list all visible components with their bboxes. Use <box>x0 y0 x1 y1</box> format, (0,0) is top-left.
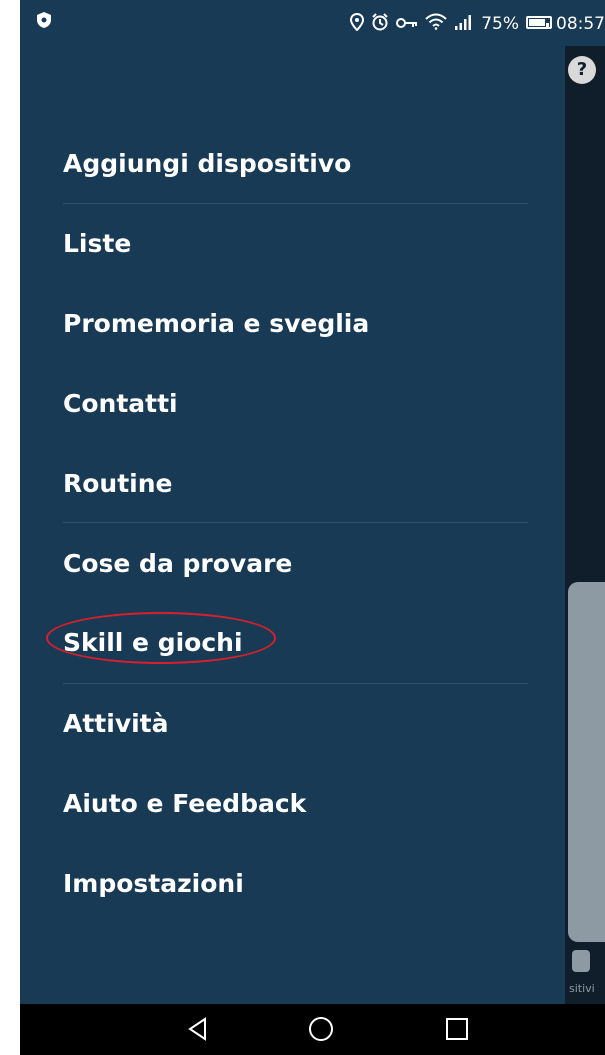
menu-item-promemoria-e-sveglia[interactable]: Promemoria e sveglia <box>63 309 369 338</box>
back-icon[interactable] <box>183 1014 213 1044</box>
menu-divider <box>63 683 528 684</box>
battery-percent: 75% <box>481 14 519 34</box>
menu-item-cose-da-provare[interactable]: Cose da provare <box>63 549 292 578</box>
status-time: 08:57 <box>556 14 605 34</box>
status-icons: 75% 08:57 <box>350 12 605 36</box>
menu-item-routine[interactable]: Routine <box>63 469 173 498</box>
navigation-drawer: Aggiungi dispositivo Liste Promemoria e … <box>20 46 565 1004</box>
battery-icon <box>526 14 552 34</box>
recents-icon[interactable] <box>442 1014 472 1044</box>
status-bar: 75% 08:57 <box>20 0 605 46</box>
menu-item-contatti[interactable]: Contatti <box>63 389 178 418</box>
phone-screen: 75% 08:57 ? sitivi Aggiungi dispositivo … <box>20 0 605 1055</box>
location-icon <box>350 12 365 36</box>
wifi-icon <box>425 13 447 35</box>
signal-icon <box>454 14 474 35</box>
highlight-annotation <box>46 612 276 664</box>
menu-divider <box>63 203 528 204</box>
menu-item-aggiungi-dispositivo[interactable]: Aggiungi dispositivo <box>63 149 351 178</box>
device-icon <box>572 950 590 972</box>
menu-item-impostazioni[interactable]: Impostazioni <box>63 869 244 898</box>
vpn-key-icon <box>396 14 418 34</box>
background-card <box>568 582 605 942</box>
menu-divider <box>63 522 528 523</box>
menu-item-liste[interactable]: Liste <box>63 229 131 258</box>
android-nav-bar <box>20 1004 605 1055</box>
menu-item-aiuto-e-feedback[interactable]: Aiuto e Feedback <box>63 789 306 818</box>
home-icon[interactable] <box>306 1014 336 1044</box>
background-tab-label: sitivi <box>569 982 595 995</box>
menu-item-attivita[interactable]: Attività <box>63 709 169 738</box>
alarm-icon <box>371 12 389 36</box>
help-icon[interactable]: ? <box>568 56 596 84</box>
shield-icon <box>36 11 52 34</box>
